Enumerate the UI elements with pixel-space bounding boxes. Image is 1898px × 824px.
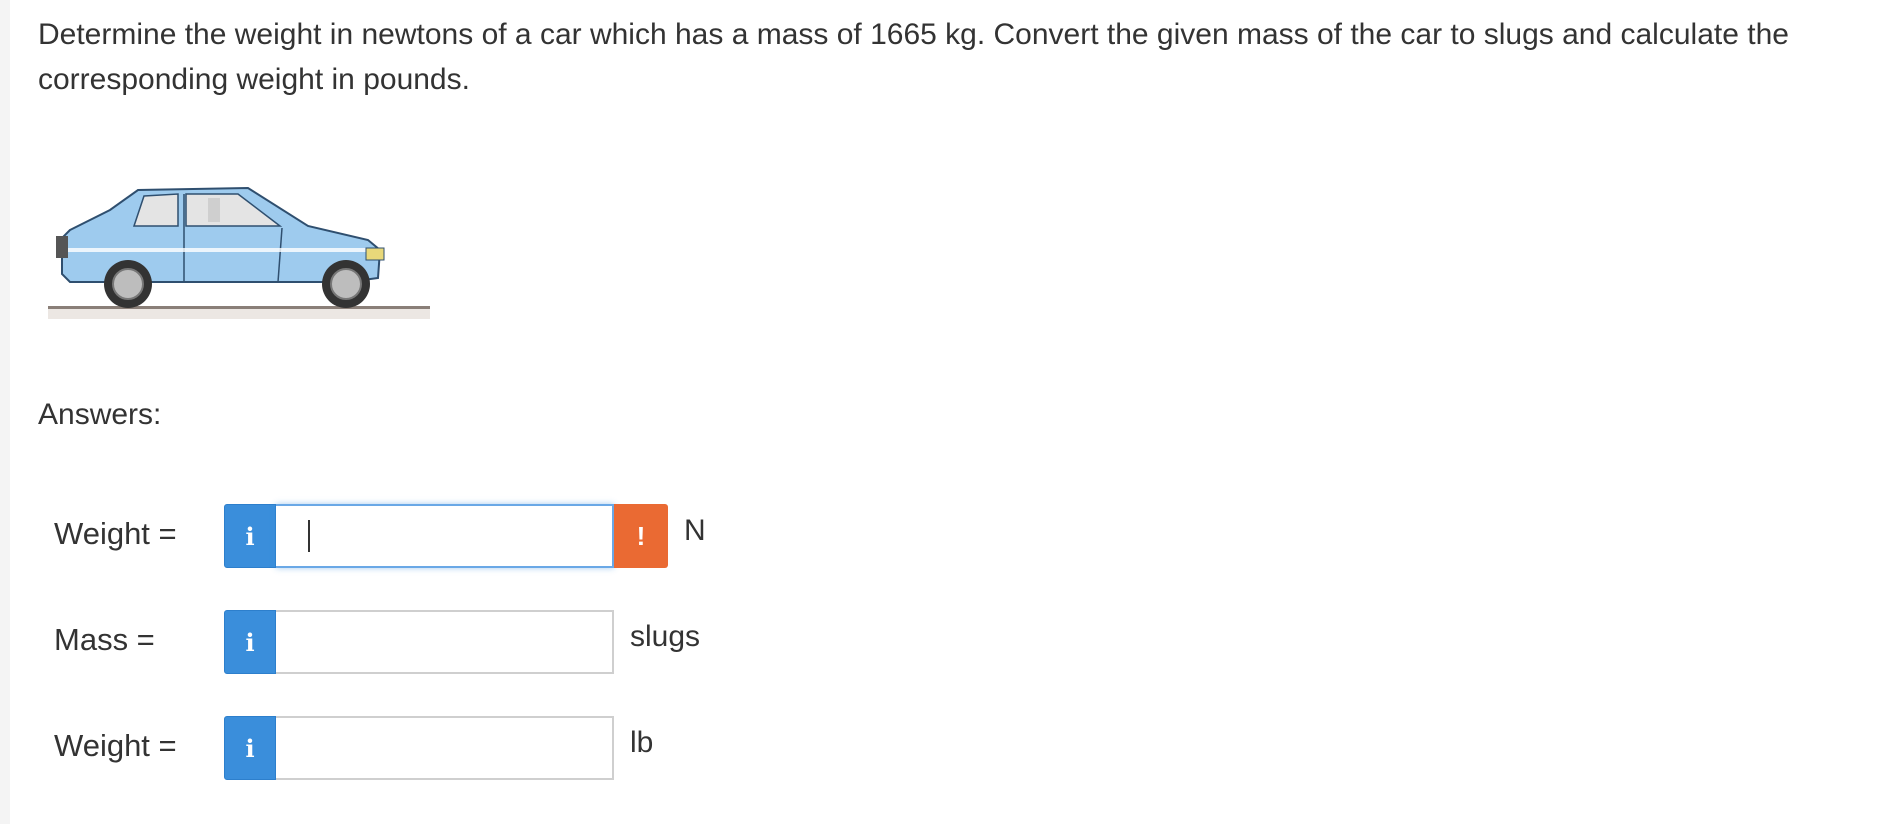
warning-icon[interactable]: ! bbox=[614, 504, 668, 568]
weight-pounds-label: Weight = bbox=[54, 728, 177, 763]
weight-pounds-input[interactable] bbox=[276, 716, 614, 780]
info-icon[interactable]: i bbox=[224, 610, 276, 674]
question-page: Determine the weight in newtons of a car… bbox=[10, 0, 1898, 824]
weight-newtons-row: Weight = i ! N bbox=[10, 504, 910, 570]
info-icon[interactable]: i bbox=[224, 716, 276, 780]
mass-slugs-row: Mass = i slugs bbox=[10, 610, 910, 676]
unit-pounds: lb bbox=[630, 726, 654, 759]
mass-slugs-label: Mass = bbox=[54, 622, 155, 657]
weight-pounds-row: Weight = i lb bbox=[10, 716, 910, 782]
answers-label: Answers: bbox=[38, 398, 162, 431]
info-icon[interactable]: i bbox=[224, 504, 276, 568]
question-text: Determine the weight in newtons of a car… bbox=[38, 18, 1789, 96]
text-cursor bbox=[308, 520, 310, 552]
unit-slugs: slugs bbox=[630, 620, 701, 653]
weight-newtons-input[interactable] bbox=[276, 504, 614, 568]
car-illustration bbox=[48, 186, 430, 319]
weight-newtons-label: Weight = bbox=[54, 516, 177, 551]
mass-slugs-input[interactable] bbox=[276, 610, 614, 674]
unit-newtons: N bbox=[684, 514, 706, 547]
